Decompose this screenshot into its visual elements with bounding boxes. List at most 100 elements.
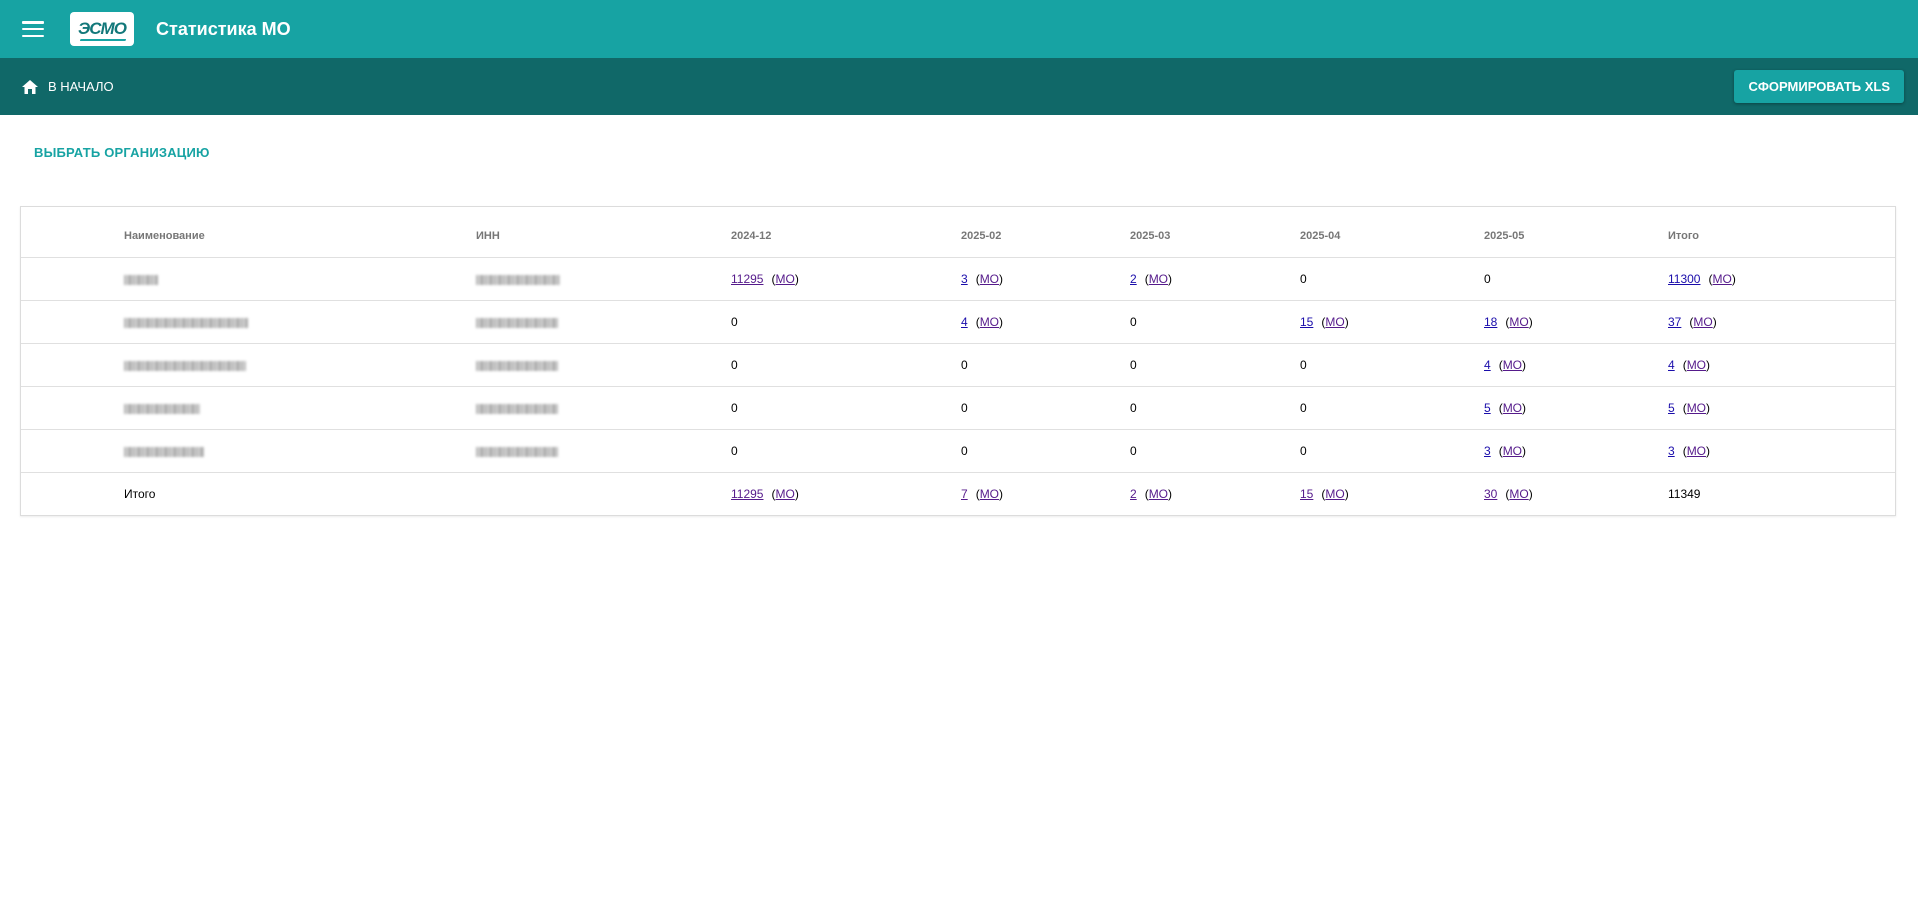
redacted-inn: [476, 403, 558, 414]
total-label: Итого: [124, 487, 156, 501]
mo-link[interactable]: МО: [980, 272, 999, 286]
mo-link[interactable]: МО: [1687, 401, 1706, 415]
count-link[interactable]: 15: [1300, 315, 1313, 329]
count-link[interactable]: 18: [1484, 315, 1497, 329]
count-value: 0: [961, 401, 968, 415]
table-row: 0 0 0 0 5 (МО) 5 (МО): [21, 386, 1895, 430]
mo-link[interactable]: МО: [980, 487, 999, 501]
count-link[interactable]: 5: [1668, 401, 1675, 415]
redacted-org-name: [124, 446, 204, 457]
table-cell: 3 (МО): [1484, 429, 1668, 473]
column-header-2025-02[interactable]: 2025-02: [961, 207, 1130, 258]
column-header-name[interactable]: Наименование: [124, 207, 476, 258]
column-header-2025-05[interactable]: 2025-05: [1484, 207, 1668, 258]
grand-total-value: 11349: [1668, 487, 1701, 501]
mo-link[interactable]: МО: [775, 487, 794, 501]
table-cell: 5 (МО): [1484, 386, 1668, 430]
table-cell: 3 (МО): [1668, 429, 1895, 473]
count-value: 0: [1130, 315, 1137, 329]
count-link[interactable]: 3: [1484, 444, 1491, 458]
row-spacer: [21, 257, 124, 301]
count-link[interactable]: 2: [1130, 272, 1137, 286]
mo-link[interactable]: МО: [1503, 401, 1522, 415]
table-cell: 15 (МО): [1300, 473, 1484, 516]
table-cell: 0: [961, 386, 1130, 430]
mo-link[interactable]: МО: [1503, 358, 1522, 372]
count-link[interactable]: 2: [1130, 487, 1137, 501]
table-cell: 3 (МО): [961, 257, 1130, 301]
table-row: 0 0 0 0 3 (МО) 3 (МО): [21, 429, 1895, 473]
toolbar: В НАЧАЛО СФОРМИРОВАТЬ XLS: [0, 58, 1918, 115]
count-value: 0: [1300, 272, 1307, 286]
table-cell: 11295 (МО): [731, 257, 961, 301]
count-value: 0: [1300, 444, 1307, 458]
count-link[interactable]: 4: [1668, 358, 1675, 372]
count-link[interactable]: 3: [961, 272, 968, 286]
redacted-org-name: [124, 317, 248, 328]
row-spacer: [21, 343, 124, 387]
mo-link-wrapper: (МО): [1321, 487, 1349, 501]
count-link[interactable]: 11295: [731, 487, 763, 501]
mo-link[interactable]: МО: [1149, 272, 1168, 286]
mo-link[interactable]: МО: [1149, 487, 1168, 501]
count-link[interactable]: 4: [961, 315, 968, 329]
mo-link[interactable]: МО: [1693, 315, 1712, 329]
table-row: 0 4 (МО) 0 15 (МО) 18 (МО) 37 (МО): [21, 300, 1895, 344]
count-value: 0: [1130, 401, 1137, 415]
generate-xls-button[interactable]: СФОРМИРОВАТЬ XLS: [1734, 70, 1904, 103]
mo-link[interactable]: МО: [1712, 272, 1731, 286]
table-cell: 0: [1300, 429, 1484, 473]
count-value: 0: [1130, 444, 1137, 458]
column-spacer: [21, 207, 124, 258]
org-inn-cell: [476, 386, 731, 430]
logo-text: ЭСМО: [78, 19, 127, 38]
mo-link[interactable]: МО: [1503, 444, 1522, 458]
column-header-2024-12[interactable]: 2024-12: [731, 207, 961, 258]
mo-link[interactable]: МО: [1509, 487, 1528, 501]
column-header-total[interactable]: Итого: [1668, 207, 1895, 258]
count-value: 0: [1300, 358, 1307, 372]
redacted-org-name: [124, 360, 246, 371]
redacted-inn: [476, 317, 558, 328]
count-value: 0: [961, 444, 968, 458]
mo-link[interactable]: МО: [1687, 358, 1706, 372]
mo-link[interactable]: МО: [1325, 315, 1344, 329]
column-header-2025-04[interactable]: 2025-04: [1300, 207, 1484, 258]
redacted-inn: [476, 274, 560, 285]
menu-icon[interactable]: [22, 21, 44, 37]
count-link[interactable]: 7: [961, 487, 968, 501]
column-header-2025-03[interactable]: 2025-03: [1130, 207, 1300, 258]
mo-link[interactable]: МО: [775, 272, 794, 286]
table-cell: 0: [731, 386, 961, 430]
row-spacer: [21, 429, 124, 473]
table-cell: 0: [1300, 343, 1484, 387]
redacted-org-name: [124, 274, 158, 285]
app-logo[interactable]: ЭСМО: [70, 12, 134, 46]
mo-link[interactable]: МО: [1509, 315, 1528, 329]
home-link[interactable]: В НАЧАЛО: [22, 79, 114, 94]
count-link[interactable]: 5: [1484, 401, 1491, 415]
count-value: 0: [961, 358, 968, 372]
mo-link[interactable]: МО: [1325, 487, 1344, 501]
table-cell: 37 (МО): [1668, 300, 1895, 344]
count-link[interactable]: 4: [1484, 358, 1491, 372]
count-value: 0: [731, 358, 738, 372]
table-cell: 0: [1130, 386, 1300, 430]
mo-link-wrapper: (МО): [975, 315, 1004, 329]
org-name-cell: [124, 343, 476, 387]
org-inn-cell: [476, 343, 731, 387]
choose-organization-button[interactable]: ВЫБРАТЬ ОРГАНИЗАЦИЮ: [34, 145, 210, 160]
count-link[interactable]: 11300: [1668, 272, 1700, 286]
table-cell: 4 (МО): [961, 300, 1130, 344]
count-link[interactable]: 11295: [731, 272, 763, 286]
grand-total-cell: 11349: [1668, 473, 1895, 516]
mo-link-wrapper: (МО): [975, 272, 1004, 286]
count-link[interactable]: 37: [1668, 315, 1681, 329]
mo-link[interactable]: МО: [980, 315, 999, 329]
count-link[interactable]: 15: [1300, 487, 1313, 501]
column-header-inn[interactable]: ИНН: [476, 207, 731, 258]
mo-link[interactable]: МО: [1687, 444, 1706, 458]
count-link[interactable]: 3: [1668, 444, 1675, 458]
table-cell: 0: [961, 343, 1130, 387]
count-link[interactable]: 30: [1484, 487, 1497, 501]
